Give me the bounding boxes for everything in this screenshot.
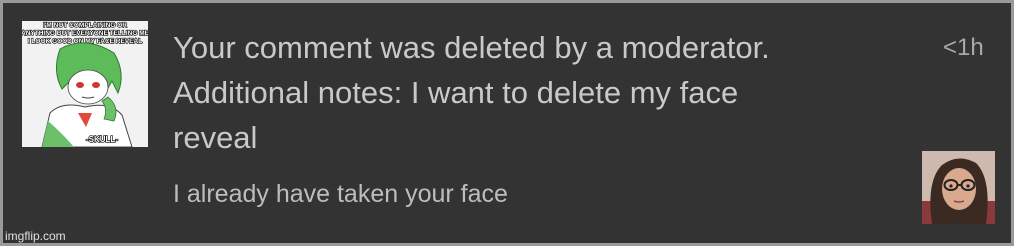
user-avatar[interactable] bbox=[922, 151, 995, 224]
reply-text: I already have taken your face bbox=[173, 180, 508, 208]
avatar-photo bbox=[922, 151, 995, 224]
notification-message: Your comment was deleted by a moderator.… bbox=[173, 25, 893, 160]
notification-card: I'M NOT COMPLAINING OR ANYTHING BUT EVER… bbox=[0, 0, 1014, 246]
timestamp: <1h bbox=[943, 34, 984, 61]
svg-text:ANYTHING BUT EVERYONE TELLING: ANYTHING BUT EVERYONE TELLING ME bbox=[22, 30, 148, 37]
meme-image: I'M NOT COMPLAINING OR ANYTHING BUT EVER… bbox=[22, 21, 148, 147]
message-line-3: reveal bbox=[173, 120, 258, 155]
svg-text:-SKULL-: -SKULL- bbox=[86, 135, 118, 144]
svg-text:I'M NOT COMPLAINING OR: I'M NOT COMPLAINING OR bbox=[43, 22, 127, 29]
message-line-2: Additional notes: I want to delete my fa… bbox=[173, 75, 739, 110]
post-thumbnail[interactable]: I'M NOT COMPLAINING OR ANYTHING BUT EVER… bbox=[22, 21, 148, 147]
watermark: imgflip.com bbox=[5, 229, 66, 243]
message-line-1: Your comment was deleted by a moderator. bbox=[173, 30, 770, 65]
